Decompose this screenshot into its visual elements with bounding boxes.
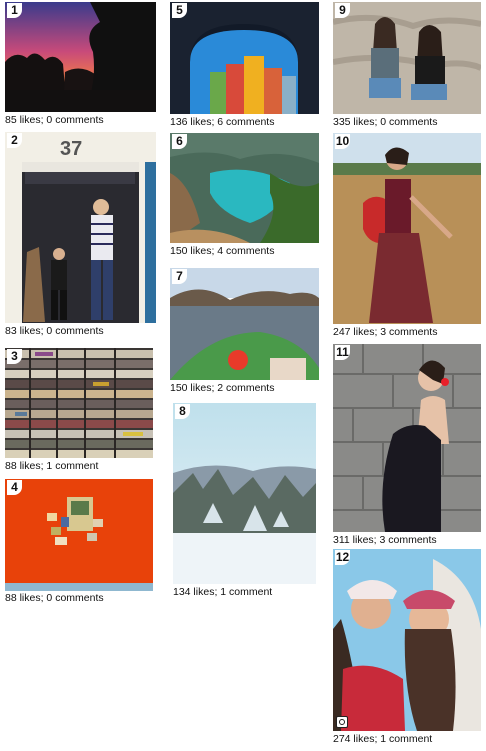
post-stats: 85 likes; 0 comments (5, 114, 104, 126)
post-card-2[interactable]: 37 2 83 likes; 0 comments (5, 132, 156, 338)
post-photo-red-wall[interactable] (5, 479, 153, 591)
post-photo-woman-stone-wall[interactable] (333, 344, 481, 532)
post-photo-sunset-trees[interactable] (5, 2, 156, 112)
post-photo-woman-field[interactable] (333, 133, 481, 324)
post-card-3[interactable]: 3 88 likes; 1 comment (5, 348, 153, 472)
post-stats: 88 likes; 0 comments (5, 592, 104, 604)
post-card-8[interactable]: 8 134 likes; 1 comment (173, 403, 316, 599)
post-card-12[interactable]: 12 274 likes; 1 comment (333, 549, 481, 747)
post-number-badge: 11 (335, 345, 350, 360)
post-photo-paint-stacks[interactable] (5, 348, 153, 458)
post-stats: 136 likes; 6 comments (170, 116, 275, 128)
post-photo-boat-lake[interactable] (170, 268, 319, 380)
post-card-7[interactable]: 7 150 likes; 2 comments (170, 268, 319, 394)
post-stats: 83 likes; 0 comments (5, 325, 104, 337)
post-stats: 247 likes; 3 comments (333, 326, 438, 338)
post-photo-two-women-caps[interactable] (333, 549, 481, 731)
post-card-1[interactable]: 1 85 likes; 0 comments (5, 2, 156, 126)
post-card-5[interactable]: 5 136 likes; 6 comments (170, 2, 319, 128)
post-stats: 274 likes; 1 comment (333, 733, 433, 745)
post-stats: 134 likes; 1 comment (173, 586, 273, 598)
post-photo-storage-unit[interactable]: 37 (5, 132, 156, 323)
post-card-10[interactable]: 10 247 likes; 3 comments (333, 133, 481, 339)
post-stats: 311 likes; 3 comments (333, 534, 437, 546)
post-photo-colorful-buildings-arch[interactable] (170, 2, 319, 114)
post-card-4[interactable]: 4 88 likes; 0 comments (5, 479, 153, 604)
instagram-icon (336, 716, 348, 728)
post-stats: 335 likes; 0 comments (333, 116, 438, 128)
post-number-badge: 10 (335, 134, 350, 149)
post-photo-cove-water[interactable] (170, 133, 319, 243)
post-card-9[interactable]: 9 335 likes; 0 comments (333, 2, 481, 128)
post-photo-snowy-forest[interactable] (173, 403, 316, 584)
post-card-6[interactable]: 6 150 likes; 4 comments (170, 133, 319, 257)
post-stats: 150 likes; 4 comments (170, 245, 275, 257)
unit-number-37: 37 (60, 138, 83, 160)
post-stats: 88 likes; 1 comment (5, 460, 99, 472)
post-card-11[interactable]: 11 311 likes; 3 comments (333, 344, 481, 548)
post-stats: 150 likes; 2 comments (170, 382, 275, 394)
post-number-badge: 12 (335, 550, 350, 565)
post-photo-two-women-rocks[interactable] (333, 2, 481, 114)
